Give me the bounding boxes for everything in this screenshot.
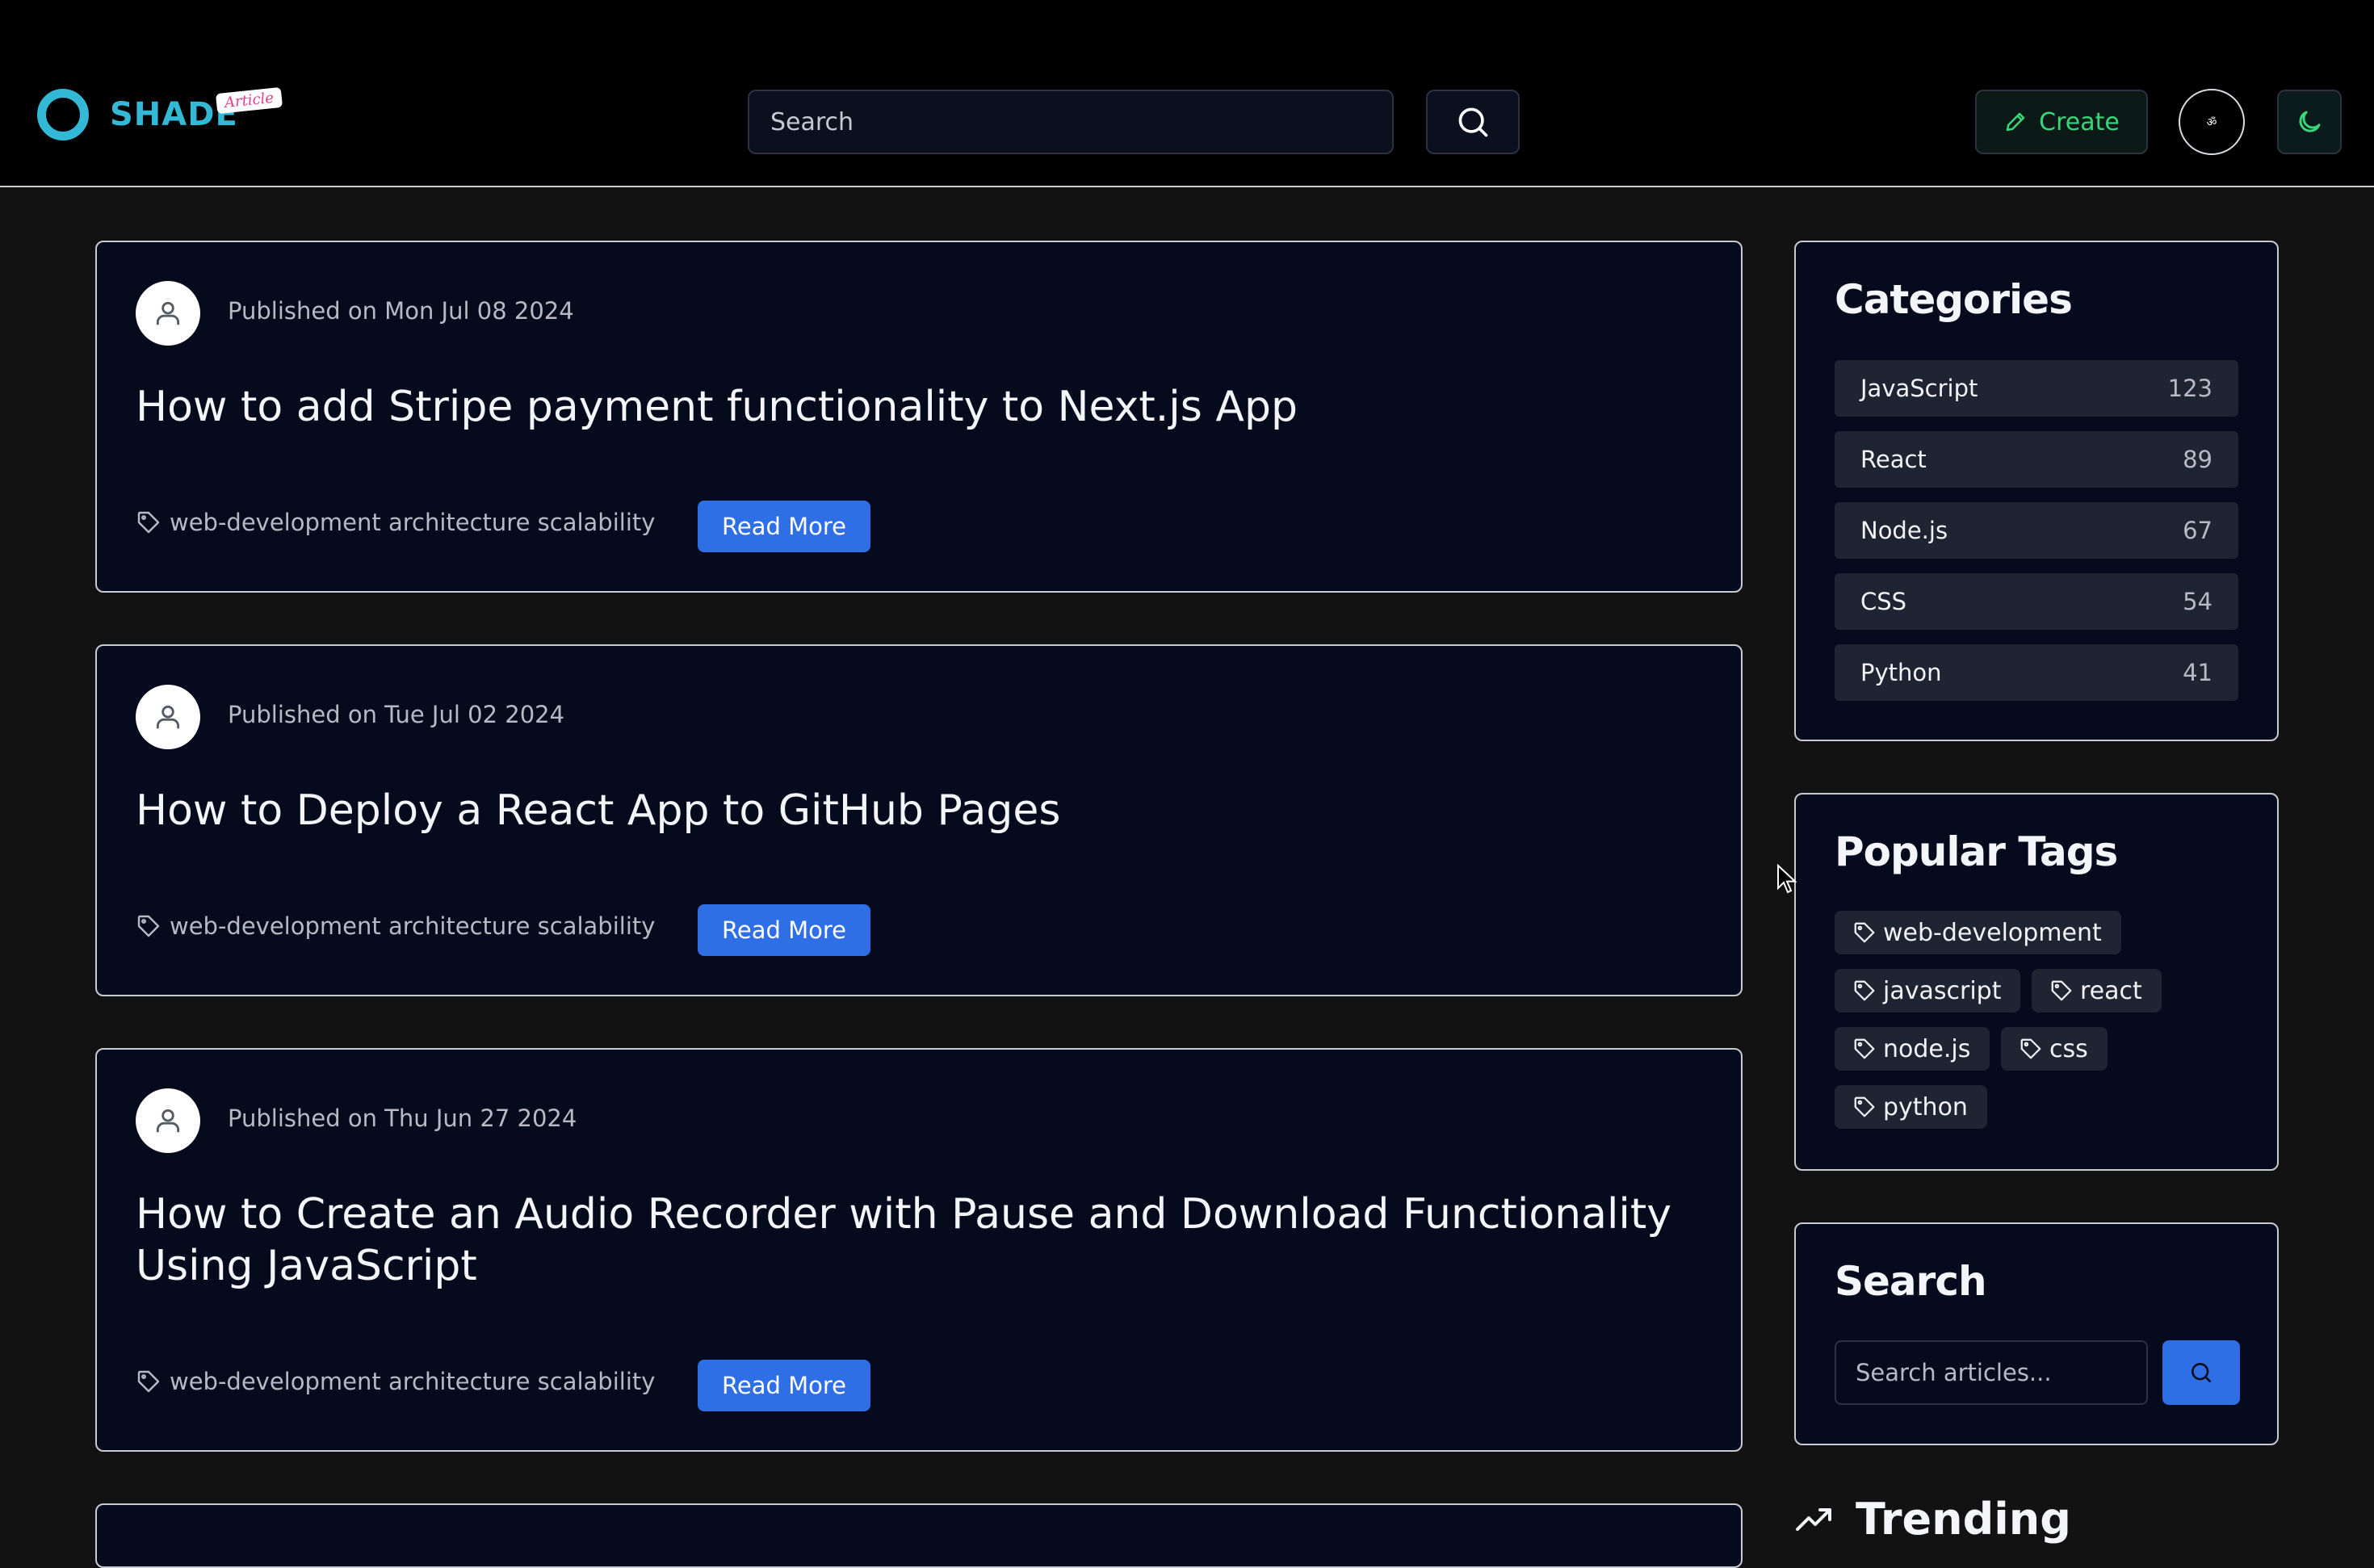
article-tags: web-development architecture scalability	[136, 912, 655, 940]
category-count: 67	[2183, 517, 2213, 544]
sidebar-search-panel: Search Search articles...	[1794, 1222, 2279, 1445]
article-search-input[interactable]: Search articles...	[1835, 1340, 2148, 1405]
category-item[interactable]: Node.js 67	[1835, 502, 2238, 559]
trending-title: Trending	[1856, 1494, 2071, 1545]
trending-heading: Trending	[1794, 1494, 2071, 1545]
tags-text: web-development architecture scalability	[170, 912, 656, 940]
mouse-cursor-icon	[1777, 864, 1797, 894]
author-avatar	[136, 1088, 200, 1153]
search-placeholder: Search	[770, 107, 854, 136]
user-icon	[156, 705, 180, 729]
tag-icon	[137, 1370, 160, 1393]
publish-date: Published on Tue Jul 02 2024	[228, 701, 565, 728]
search-icon	[2192, 1363, 2211, 1382]
categories-title: Categories	[1835, 276, 2073, 323]
tag-chip[interactable]: css	[2001, 1027, 2108, 1071]
article-card	[95, 1503, 1743, 1568]
category-name: React	[1860, 446, 1927, 473]
tag-icon	[137, 915, 160, 937]
tag-icon	[2020, 1038, 2041, 1059]
article-card: Published on Thu Jun 27 2024 How to Crea…	[95, 1048, 1743, 1452]
category-name: JavaScript	[1860, 375, 1978, 402]
article-search-placeholder: Search articles...	[1856, 1359, 2052, 1386]
category-count: 41	[2183, 659, 2213, 686]
article-search-button[interactable]	[2162, 1340, 2240, 1405]
article-card: Published on Mon Jul 08 2024 How to add …	[95, 241, 1743, 593]
article-title[interactable]: How to Create an Audio Recorder with Pau…	[136, 1189, 1702, 1292]
tag-chip[interactable]: node.js	[1835, 1027, 1990, 1071]
tag-icon	[1854, 1096, 1875, 1117]
article-tags: web-development architecture scalability	[136, 509, 655, 536]
logo-ring-icon	[37, 89, 89, 140]
top-nav: SHADE Article Search Create ॐ	[0, 0, 2374, 187]
category-count: 123	[2167, 375, 2213, 402]
category-name: CSS	[1860, 588, 1907, 615]
tag-label: web-development	[1883, 918, 2102, 947]
category-item[interactable]: React 89	[1835, 431, 2238, 488]
article-card: Published on Tue Jul 02 2024 How to Depl…	[95, 644, 1743, 996]
user-icon	[156, 1109, 180, 1133]
read-more-button[interactable]: Read More	[698, 1360, 870, 1411]
tag-icon	[1854, 980, 1875, 1001]
tag-icon	[1854, 922, 1875, 943]
tag-label: react	[2080, 976, 2142, 1005]
tags-text: web-development architecture scalability	[170, 1368, 656, 1395]
category-item[interactable]: Python 41	[1835, 644, 2238, 701]
tags-text: web-development architecture scalability	[170, 509, 656, 536]
category-item[interactable]: CSS 54	[1835, 573, 2238, 630]
popular-tags-title: Popular Tags	[1835, 828, 2118, 875]
tag-label: python	[1883, 1092, 1968, 1121]
category-name: Node.js	[1860, 517, 1948, 544]
author-avatar	[136, 685, 200, 749]
logo[interactable]: SHADE Article	[37, 86, 283, 140]
read-more-button[interactable]: Read More	[698, 501, 870, 552]
create-label: Create	[2039, 107, 2120, 136]
pencil-icon	[2006, 112, 2025, 132]
moon-icon	[2299, 111, 2321, 132]
user-icon	[156, 301, 180, 325]
publish-date: Published on Thu Jun 27 2024	[228, 1105, 577, 1132]
publish-date: Published on Mon Jul 08 2024	[228, 297, 574, 325]
author-avatar	[136, 281, 200, 346]
tag-chip[interactable]: javascript	[1835, 969, 2021, 1012]
tag-chip[interactable]: web-development	[1835, 911, 2121, 954]
search-panel-title: Search	[1835, 1258, 1987, 1305]
theme-toggle-button[interactable]	[2277, 90, 2342, 154]
search-icon	[1458, 107, 1488, 137]
category-item[interactable]: JavaScript 123	[1835, 360, 2238, 417]
tag-chip[interactable]: react	[2032, 969, 2162, 1012]
tag-icon	[2051, 980, 2072, 1001]
search-button[interactable]	[1426, 90, 1520, 154]
popular-tags-panel: Popular Tags web-development javascript …	[1794, 793, 2279, 1171]
tag-icon	[1854, 1038, 1875, 1059]
category-count: 54	[2183, 588, 2213, 615]
logo-badge: Article	[215, 86, 283, 115]
tag-icon	[137, 511, 160, 534]
category-count: 89	[2183, 446, 2213, 473]
category-name: Python	[1860, 659, 1942, 686]
user-avatar-button[interactable]: ॐ	[2179, 89, 2245, 155]
tag-label: node.js	[1883, 1034, 1971, 1063]
trending-up-icon	[1796, 1507, 1831, 1531]
avatar-glyph: ॐ	[2206, 115, 2217, 129]
tag-label: javascript	[1883, 976, 2002, 1005]
create-button[interactable]: Create	[1975, 90, 2148, 154]
categories-panel: Categories JavaScript 123 React 89 Node.…	[1794, 241, 2279, 741]
article-title[interactable]: How to Deploy a React App to GitHub Page…	[136, 785, 1702, 836]
search-input[interactable]: Search	[748, 90, 1394, 154]
article-tags: web-development architecture scalability	[136, 1368, 655, 1395]
tag-label: css	[2049, 1034, 2088, 1063]
article-title[interactable]: How to add Stripe payment functionality …	[136, 381, 1702, 433]
tag-chip[interactable]: python	[1835, 1085, 1987, 1129]
read-more-button[interactable]: Read More	[698, 904, 870, 956]
